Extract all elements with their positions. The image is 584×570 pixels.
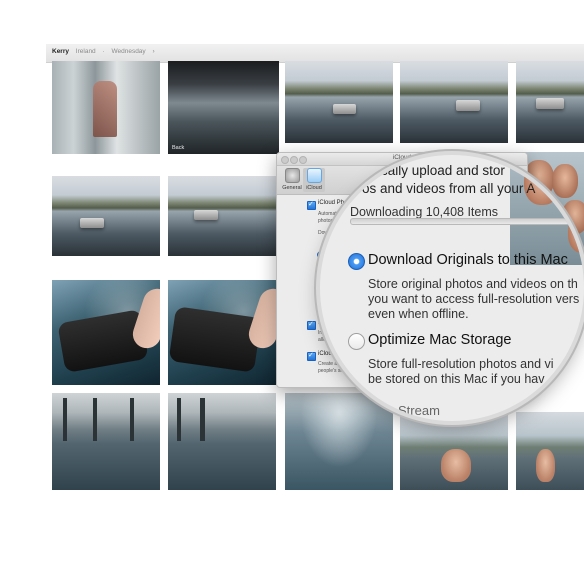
download-progress-bar [350,218,584,225]
lens-line-1: ically upload and stor [378,163,505,178]
breadcrumb-ireland[interactable]: Ireland [76,48,96,55]
photo-thumbnail[interactable] [516,61,584,143]
tab-general-label: General [282,185,302,191]
download-originals-desc-2: you want to access full-resolution vers [368,292,580,306]
my-photo-stream-checkbox[interactable] [307,320,316,330]
optimize-storage-desc-1: Store full-resolution photos and vi [368,357,554,371]
photo-thumbnail[interactable] [52,280,160,385]
lens-line-2: os and videos from all your A [362,181,536,196]
photo-thumbnail[interactable] [400,412,508,490]
icloud-photo-sharing-checkbox[interactable] [307,351,316,361]
tab-general[interactable]: General [281,168,303,191]
photo-thumbnail[interactable] [52,393,160,490]
photo-stream-label-cut: Stream [398,403,440,418]
download-originals-desc-3: even when offline. [368,307,469,321]
icloud-photo-library-checkbox[interactable] [307,200,316,210]
photo-label: Back [172,145,185,151]
breadcrumb-separator: · [102,48,105,55]
breadcrumb-kerry[interactable]: Kerry [52,48,69,55]
chevron-right-icon: › [152,48,155,55]
optimize-storage-radio[interactable] [348,333,365,350]
breadcrumb: Kerry Ireland · Wednesday › [52,48,160,55]
people-photo-magnified [510,155,584,265]
optimize-storage-label: Optimize Mac Storage [368,332,512,348]
download-originals-label: Download Originals to this Mac [368,252,568,268]
photo-thumbnail[interactable] [400,61,508,143]
downloading-status: Downloading 10,408 Items [350,205,499,219]
photo-thumbnail[interactable] [516,412,584,490]
download-originals-radio[interactable] [348,253,365,270]
photo-thumbnail[interactable] [52,61,160,154]
photo-thumbnail[interactable] [168,280,276,385]
magnifier-lens: ically upload and stor os and videos fro… [320,155,584,421]
photo-thumbnail[interactable]: Back [168,61,279,154]
gear-icon [284,168,300,183]
download-originals-desc-1: Store original photos and videos on th [368,277,578,291]
breadcrumb-wednesday[interactable]: Wednesday [111,48,145,55]
photo-thumbnail[interactable] [285,61,393,143]
photo-thumbnail[interactable] [168,393,276,490]
photo-thumbnail[interactable] [168,176,276,256]
photo-thumbnail[interactable] [52,176,160,256]
optimize-storage-desc-2: be stored on this Mac if you hav [368,372,545,386]
